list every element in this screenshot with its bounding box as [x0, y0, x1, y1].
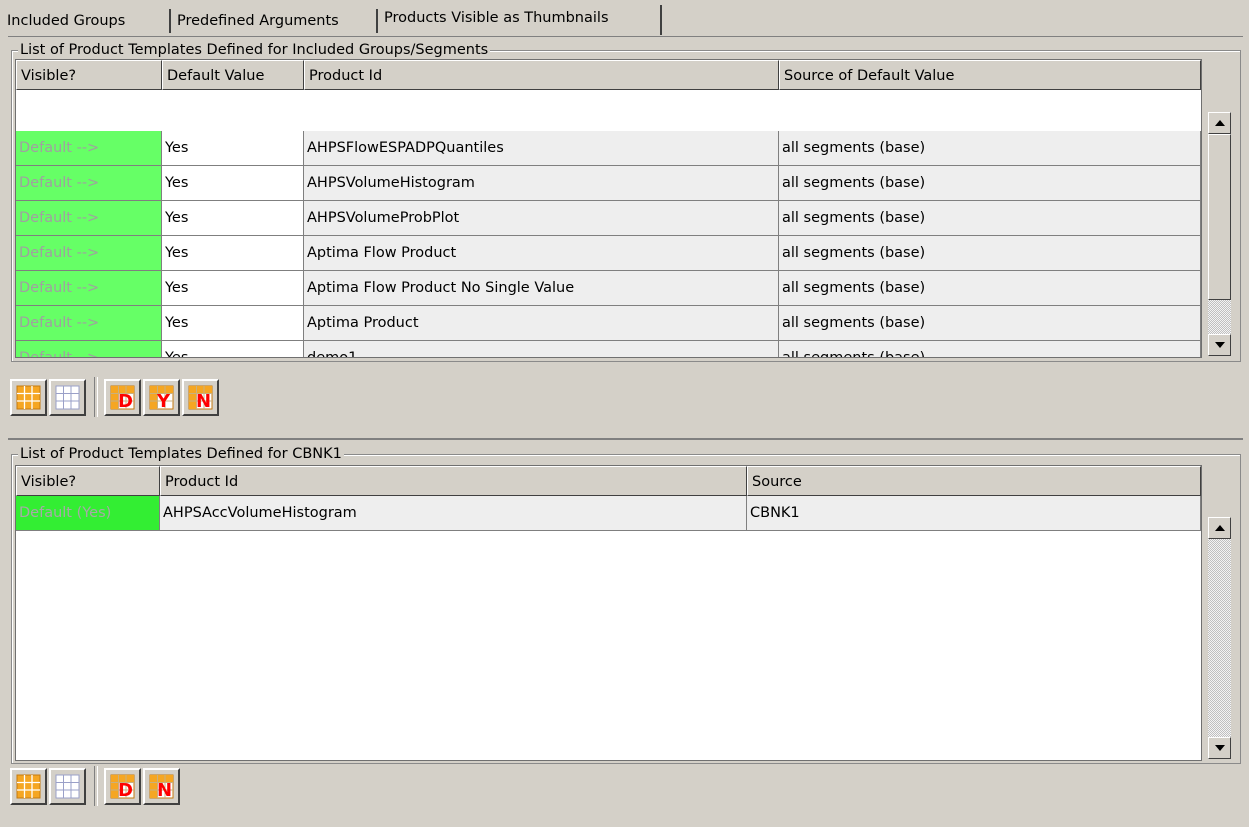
cell-product-id: demo1 [304, 341, 779, 357]
cell-visible[interactable]: Default --> [16, 131, 162, 166]
cell-default-value[interactable]: Yes [162, 306, 304, 341]
bottom-group-box: List of Product Templates Defined for CB… [11, 444, 1241, 764]
scroll-track[interactable] [1208, 539, 1231, 737]
top-table: Visible? Default Value Product Id Source… [15, 59, 1202, 358]
cell-product-id: AHPSFlowESPADPQuantiles [304, 131, 779, 166]
cell-source: all segments (base) [779, 201, 1201, 236]
tab-products-visible-as-thumbnails[interactable]: Products Visible as Thumbnails [380, 5, 662, 35]
cell-default-value[interactable]: Yes [162, 166, 304, 201]
toolbar-separator [94, 377, 98, 417]
cell-visible[interactable]: Default --> [16, 236, 162, 271]
cell-product-id: AHPSAccVolumeHistogram [160, 496, 747, 531]
cell-default-value[interactable]: Yes [162, 341, 304, 357]
set-no-button[interactable]: N [143, 768, 180, 805]
cell-product-id: Aptima Product [304, 306, 779, 341]
cell-product-id: Aptima Flow Product [304, 236, 779, 271]
deselect-all-grid-icon [55, 385, 80, 410]
col-header-product-id[interactable]: Product Id [304, 60, 779, 90]
letter-y: Y [157, 391, 171, 412]
top-panel: List of Product Templates Defined for In… [8, 36, 1243, 437]
bottom-vertical-scrollbar[interactable] [1208, 517, 1231, 759]
arrow-down-icon [1215, 342, 1225, 348]
deselect-all-button[interactable] [49, 768, 86, 805]
letter-d: D [118, 780, 133, 801]
cell-visible[interactable]: Default --> [16, 201, 162, 236]
cell-product-id: AHPSVolumeHistogram [304, 166, 779, 201]
cell-visible[interactable]: Default --> [16, 166, 162, 201]
set-default-button[interactable]: D [104, 379, 141, 416]
cell-visible[interactable]: Default --> [16, 306, 162, 341]
top-group-title: List of Product Templates Defined for In… [18, 40, 491, 60]
select-all-button[interactable] [10, 768, 47, 805]
cell-default-value[interactable]: Yes [162, 201, 304, 236]
select-all-grid-icon [16, 774, 41, 799]
scroll-track[interactable] [1208, 300, 1231, 334]
scroll-down-button[interactable] [1208, 737, 1231, 759]
letter-d: D [118, 391, 133, 412]
col-header-default-value[interactable]: Default Value [162, 60, 304, 90]
deselect-all-button[interactable] [49, 379, 86, 416]
scroll-up-button[interactable] [1208, 112, 1231, 134]
cell-source: CBNK1 [747, 496, 1201, 531]
col-header-source[interactable]: Source [747, 466, 1201, 496]
arrow-down-icon [1215, 745, 1225, 751]
top-vertical-scrollbar[interactable] [1208, 112, 1231, 356]
tab-bar: Included Groups Predefined Arguments Pro… [0, 0, 1249, 36]
scroll-down-button[interactable] [1208, 334, 1231, 356]
cell-visible[interactable]: Default --> [16, 271, 162, 306]
letter-n: N [196, 391, 212, 412]
bottom-panel: List of Product Templates Defined for CB… [8, 438, 1243, 827]
bottom-group-title: List of Product Templates Defined for CB… [18, 444, 344, 464]
set-yes-button[interactable]: Y [143, 379, 180, 416]
cell-source: all segments (base) [779, 341, 1201, 357]
cell-default-value[interactable]: Yes [162, 131, 304, 166]
cell-source: all segments (base) [779, 166, 1201, 201]
bottom-table: Visible? Product Id Source Default (Yes)… [15, 465, 1202, 761]
arrow-up-icon [1215, 525, 1225, 531]
arrow-up-icon [1215, 120, 1225, 126]
col-header-visible[interactable]: Visible? [16, 60, 162, 90]
cell-source: all segments (base) [779, 131, 1201, 166]
col-header-product-id[interactable]: Product Id [160, 466, 747, 496]
cell-default-value[interactable]: Yes [162, 236, 304, 271]
letter-n: N [157, 780, 173, 801]
toolbar-separator [94, 766, 98, 806]
set-no-button[interactable]: N [182, 379, 219, 416]
cell-visible[interactable]: Default (Yes) [16, 496, 160, 531]
col-header-source-default[interactable]: Source of Default Value [779, 60, 1201, 90]
scroll-up-button[interactable] [1208, 517, 1231, 539]
tab-predefined-arguments[interactable]: Predefined Arguments [173, 9, 378, 33]
tab-included-groups[interactable]: Included Groups [3, 9, 171, 33]
select-all-grid-icon [16, 385, 41, 410]
set-default-button[interactable]: D [104, 768, 141, 805]
col-header-visible[interactable]: Visible? [16, 466, 160, 496]
select-all-button[interactable] [10, 379, 47, 416]
scroll-thumb[interactable] [1208, 134, 1231, 300]
cell-source: all segments (base) [779, 306, 1201, 341]
cell-visible[interactable]: Default --> [16, 341, 162, 357]
cell-source: all segments (base) [779, 236, 1201, 271]
deselect-all-grid-icon [55, 774, 80, 799]
cell-source: all segments (base) [779, 271, 1201, 306]
cell-product-id: Aptima Flow Product No Single Value [304, 271, 779, 306]
cell-product-id: AHPSVolumeProbPlot [304, 201, 779, 236]
cell-default-value[interactable]: Yes [162, 271, 304, 306]
top-group-box: List of Product Templates Defined for In… [11, 40, 1241, 362]
